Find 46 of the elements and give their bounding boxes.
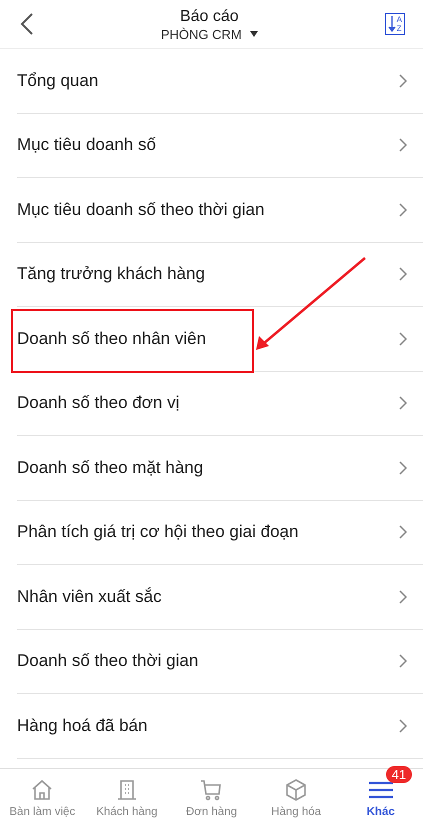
report-item[interactable]: Tổng quan xyxy=(17,49,423,114)
dropdown-caret-icon[interactable] xyxy=(250,31,258,37)
report-label: Nhân viên xuất sắc xyxy=(17,586,162,607)
report-label: Doanh số theo thời gian xyxy=(17,651,198,672)
chevron-right-icon xyxy=(399,396,407,410)
report-label: Tổng quan xyxy=(17,70,98,91)
report-label: Hàng hoá đã bán xyxy=(17,716,148,736)
report-item[interactable]: Tăng trưởng khách hàng xyxy=(17,242,423,307)
cube-icon xyxy=(284,778,308,802)
sort-icon[interactable]: A Z xyxy=(384,13,405,35)
report-item[interactable]: Phân tích giá trị cơ hội theo giai đoạn xyxy=(17,500,423,565)
chevron-right-icon xyxy=(399,654,407,668)
chevron-right-icon xyxy=(399,267,407,282)
tab-bar-item[interactable]: Bàn làm việc xyxy=(0,769,85,826)
report-label: Doanh số theo đơn vị xyxy=(17,393,180,414)
chevron-right-icon xyxy=(399,718,407,733)
home-icon xyxy=(30,778,54,802)
report-label: Doanh số theo nhân viên xyxy=(17,328,206,349)
report-item[interactable]: Mục tiêu doanh số theo thời gian xyxy=(17,178,423,242)
report-label: Mục tiêu doanh số xyxy=(17,135,156,156)
report-item[interactable]: Doanh số theo mặt hàng xyxy=(17,436,423,500)
chevron-right-icon xyxy=(399,460,407,475)
report-item[interactable]: Doanh số theo đơn vị xyxy=(17,372,423,436)
menu-icon xyxy=(368,780,394,800)
report-item[interactable]: Mục tiêu doanh số xyxy=(17,114,423,178)
screen-title: Báo cáo xyxy=(180,6,239,26)
tab-bar-item[interactable]: Đơn hàng xyxy=(169,769,254,826)
chevron-right-icon xyxy=(399,332,407,346)
chevron-right-icon xyxy=(399,138,407,152)
report-item[interactable]: Hàng hoá đã bán xyxy=(17,694,423,758)
chevron-right-icon xyxy=(399,74,407,88)
report-label: Mục tiêu doanh số theo thời gian xyxy=(17,200,264,220)
report-item[interactable]: Doanh số theo thời gian xyxy=(17,630,423,694)
chevron-right-icon xyxy=(399,525,407,540)
chevron-right-icon xyxy=(399,202,407,217)
chevron-right-icon xyxy=(399,590,407,604)
report-label: Phân tích giá trị cơ hội theo giai đoạn xyxy=(17,522,298,542)
cart-icon xyxy=(199,778,224,802)
back-icon[interactable] xyxy=(20,12,34,36)
report-item[interactable]: Nhân viên xuất sắc xyxy=(17,565,423,630)
notification-badge: 41 xyxy=(386,766,412,782)
tab-bar-item[interactable]: Hàng hóa xyxy=(254,769,338,826)
report-label: Doanh số theo mặt hàng xyxy=(17,458,204,478)
tab-bar-item[interactable]: Khách hàng xyxy=(84,769,170,826)
report-label: Tăng trưởng khách hàng xyxy=(17,264,205,284)
department-selector[interactable]: PHÒNG CRM xyxy=(160,26,242,42)
